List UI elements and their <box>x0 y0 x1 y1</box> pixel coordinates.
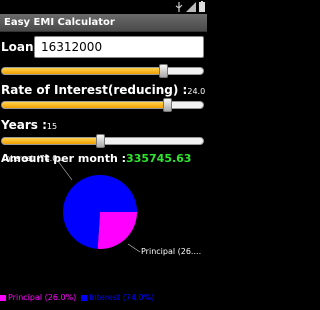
title-bar: Easy EMI Calculator <box>0 14 207 32</box>
legend-label-interest: Interest (74.0%) <box>89 293 155 302</box>
years-slider-thumb[interactable] <box>96 134 106 148</box>
legend-swatch-interest <box>81 294 88 301</box>
pie-label-principal: Principal (26.... <box>141 247 202 256</box>
pie-label-interest: Interest (74.0... <box>3 154 65 163</box>
status-icons <box>175 1 205 12</box>
interest-slider-track[interactable] <box>1 101 204 109</box>
legend-label-principal: Principal (26.0%) <box>8 293 77 302</box>
interest-value: 24.0 <box>187 87 206 96</box>
years-slider-fill <box>2 138 101 144</box>
status-bar <box>0 0 207 14</box>
chart-legend: Principal (26.0%) Interest (74.0%) <box>0 293 154 302</box>
pie-leader-line-principal <box>127 243 141 253</box>
years-label: Years : <box>1 118 47 132</box>
loan-input[interactable]: 16312000 <box>34 36 204 58</box>
pie-leader-line-interest <box>57 160 73 181</box>
loan-slider[interactable] <box>1 64 204 78</box>
years-slider[interactable] <box>1 134 204 148</box>
interest-slider[interactable] <box>1 98 204 112</box>
loan-slider-fill <box>2 68 163 74</box>
signal-icon <box>186 1 196 12</box>
interest-label: Rate of Interest(reducing) : <box>1 83 188 97</box>
loan-slider-track[interactable] <box>1 67 204 75</box>
pie-slice-principal <box>97 212 137 249</box>
interest-row: Rate of Interest(reducing) :24.0 <box>1 83 205 97</box>
loan-slider-thumb[interactable] <box>159 64 169 78</box>
pie-chart: Interest (74.0... Principal (26.... <box>0 148 207 280</box>
years-value: 15 <box>46 122 58 131</box>
usb-icon <box>175 1 183 12</box>
legend-swatch-principal <box>0 294 6 301</box>
interest-slider-thumb[interactable] <box>163 98 173 112</box>
years-row: Years :15 <box>1 118 57 132</box>
battery-icon <box>199 1 205 12</box>
interest-slider-fill <box>2 102 167 108</box>
pie-chart-svg <box>57 160 141 253</box>
